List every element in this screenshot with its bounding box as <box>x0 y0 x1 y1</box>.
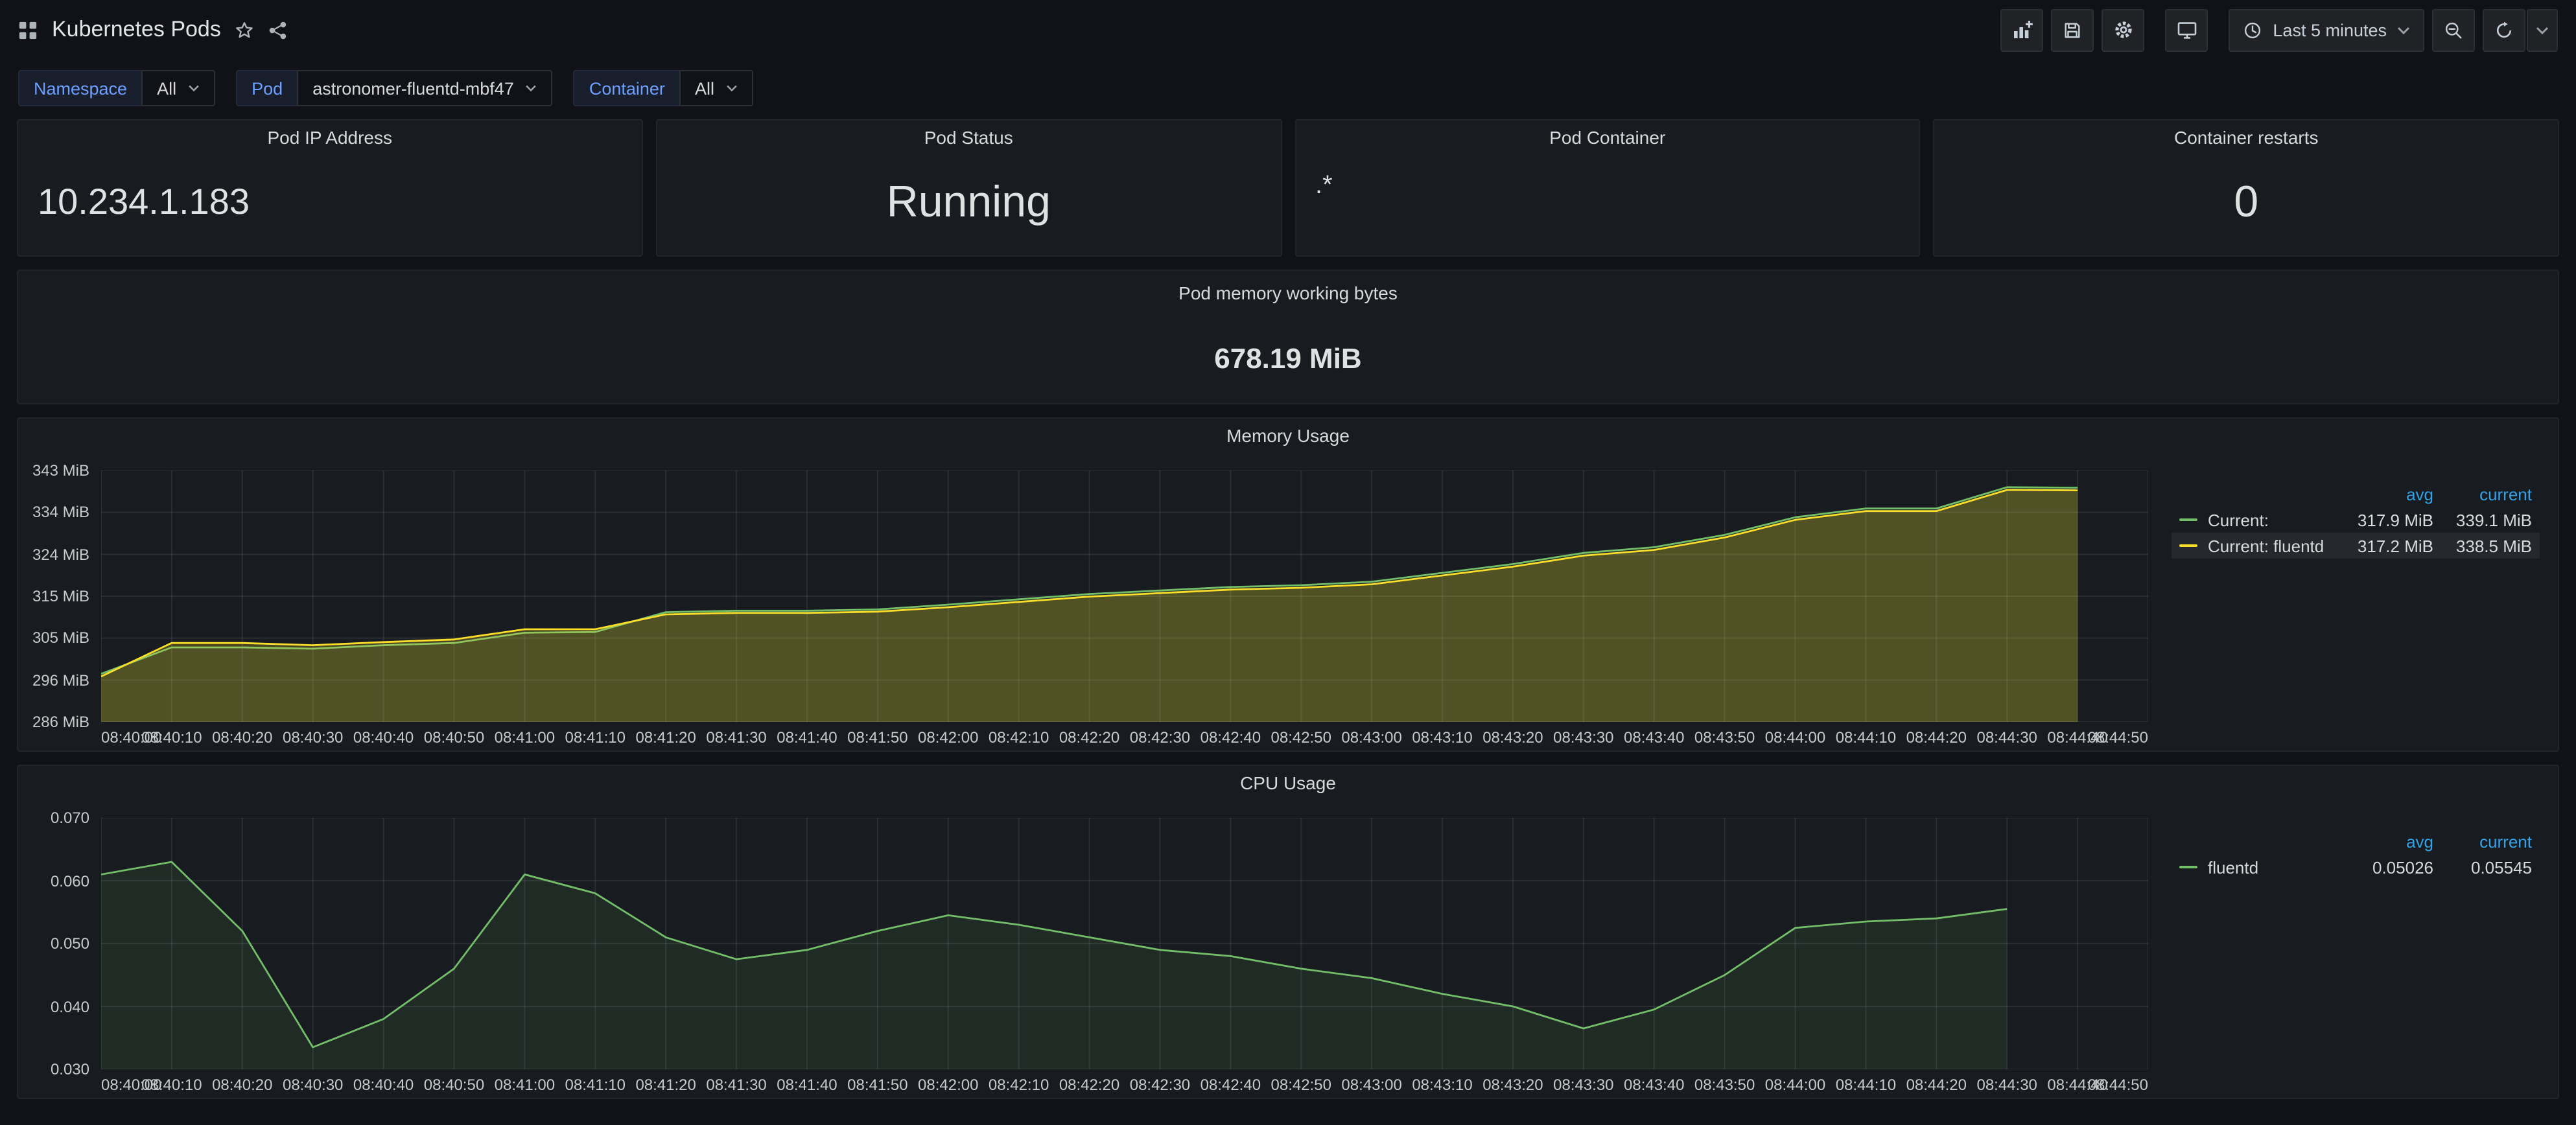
legend-header-current[interactable]: current <box>2433 831 2532 851</box>
y-axis: 343 MiB334 MiB324 MiB315 MiB305 MiB296 M… <box>29 463 101 730</box>
chevron-down-icon <box>188 84 200 92</box>
panel-title[interactable]: CPU Usage <box>18 766 2558 800</box>
stat-value-pod-status: Running <box>887 180 1051 224</box>
series-color-marker <box>2179 544 2197 547</box>
zoom-out-time-button[interactable] <box>2432 8 2475 51</box>
series-color-marker <box>2179 518 2197 521</box>
legend-series-toggle[interactable]: Current: <box>2179 510 2335 529</box>
panel-cpu-usage: CPU Usage 0.0700.0600.0500.0400.030 08:4… <box>17 765 2559 1099</box>
gear-icon <box>2113 19 2133 40</box>
memory-legend: avg current Current: 317.9 MiB 339.1 MiB <box>2148 470 2547 748</box>
legend-header-row: avg current <box>2172 828 2540 854</box>
share-button[interactable] <box>269 20 288 40</box>
legend-header-avg[interactable]: avg <box>2335 831 2433 851</box>
panel-title[interactable]: Pod memory working bytes <box>18 271 2558 315</box>
legend-row: fluentd 0.05026 0.05545 <box>2172 854 2540 880</box>
panel-pod-ip: Pod IP Address 10.234.1.183 <box>17 119 643 257</box>
chevron-down-icon <box>526 84 537 92</box>
legend-series-toggle[interactable]: Current: fluentd <box>2179 536 2335 555</box>
add-panel-icon <box>2011 19 2032 40</box>
stat-value-pod-container: .* <box>1315 172 1333 198</box>
panel-title[interactable]: Memory Usage <box>18 419 2558 452</box>
legend-header-avg[interactable]: avg <box>2335 484 2433 504</box>
add-panel-button[interactable] <box>2000 8 2043 51</box>
dashboard-grid: Pod IP Address 10.234.1.183 Pod Status R… <box>0 119 2576 1112</box>
panel-title[interactable]: Pod IP Address <box>18 121 642 154</box>
panel-title[interactable]: Pod Status <box>657 121 1281 154</box>
variable-container-label: Container <box>574 70 679 106</box>
legend-avg-value: 317.2 MiB <box>2335 536 2433 555</box>
template-variables-row: Namespace All Pod astronomer-fluentd-mbf… <box>0 60 2576 119</box>
legend-series-name: Current: fluentd <box>2208 536 2324 555</box>
legend-row: Current: fluentd 317.2 MiB 338.5 MiB <box>2172 533 2540 559</box>
memory-usage-plot[interactable] <box>101 470 2148 722</box>
legend-current-value: 0.05545 <box>2433 857 2532 877</box>
y-axis: 0.0700.0600.0500.0400.030 <box>29 810 101 1077</box>
variable-namespace: Namespace All <box>18 70 215 106</box>
legend-row: Current: 317.9 MiB 339.1 MiB <box>2172 507 2540 533</box>
series-color-marker <box>2179 866 2197 868</box>
favorite-button[interactable] <box>235 20 255 40</box>
legend-series-name: Current: <box>2208 510 2269 529</box>
variable-namespace-value: All <box>157 78 176 98</box>
variable-namespace-select[interactable]: All <box>141 70 215 106</box>
legend-series-name: fluentd <box>2208 857 2258 877</box>
panel-title[interactable]: Container restarts <box>1935 121 2558 154</box>
variable-container-select[interactable]: All <box>679 70 753 106</box>
chevron-down-icon <box>2397 25 2410 34</box>
panel-title[interactable]: Pod Container <box>1296 121 1919 154</box>
star-icon <box>235 20 255 40</box>
cpu-legend: avg current fluentd 0.05026 0.05545 <box>2148 818 2547 1095</box>
cycle-view-button[interactable] <box>2165 8 2208 51</box>
zoom-out-icon <box>2444 20 2463 40</box>
panel-container-restarts: Container restarts 0 <box>1934 119 2560 257</box>
save-dashboard-button[interactable] <box>2051 8 2094 51</box>
legend-current-value: 338.5 MiB <box>2433 536 2532 555</box>
stat-value-container-restarts: 0 <box>2234 180 2258 224</box>
chevron-down-icon <box>2536 25 2549 34</box>
grid-icon <box>18 20 38 40</box>
x-axis: 08:40:0008:40:1008:40:2008:40:3008:40:40… <box>101 1069 2148 1095</box>
variable-container: Container All <box>574 70 753 106</box>
save-icon <box>2063 20 2082 40</box>
refresh-interval-dropdown[interactable] <box>2527 8 2558 51</box>
grafana-dashboard: Kubernetes Pods <box>0 0 2576 1125</box>
legend-header-current[interactable]: current <box>2433 484 2532 504</box>
stat-value-pod-ip: 10.234.1.183 <box>38 184 250 220</box>
stats-row: Pod IP Address 10.234.1.183 Pod Status R… <box>17 119 2559 257</box>
legend-series-toggle[interactable]: fluentd <box>2179 857 2335 877</box>
refresh-button[interactable] <box>2483 8 2525 51</box>
monitor-icon <box>2176 19 2197 40</box>
dashboard-settings-button[interactable] <box>2102 8 2144 51</box>
clock-icon <box>2243 20 2262 40</box>
variable-pod: Pod astronomer-fluentd-mbf47 <box>236 70 553 106</box>
cpu-usage-plot[interactable] <box>101 818 2148 1069</box>
variable-namespace-label: Namespace <box>18 70 141 106</box>
time-range-label: Last 5 minutes <box>2273 20 2387 40</box>
legend-header-row: avg current <box>2172 481 2540 507</box>
dashboard-title: Kubernetes Pods <box>52 17 221 43</box>
variable-pod-select[interactable]: astronomer-fluentd-mbf47 <box>297 70 553 106</box>
apps-menu-button[interactable] <box>18 20 38 40</box>
refresh-icon <box>2494 20 2514 40</box>
panel-memory-usage: Memory Usage 343 MiB334 MiB324 MiB315 Mi… <box>17 417 2559 752</box>
legend-avg-value: 317.9 MiB <box>2335 510 2433 529</box>
panel-pod-container: Pod Container .* <box>1294 119 1921 257</box>
legend-current-value: 339.1 MiB <box>2433 510 2532 529</box>
variable-pod-label: Pod <box>236 70 297 106</box>
stat-value-memory-bytes: 678.19 MiB <box>1214 342 1361 376</box>
legend-avg-value: 0.05026 <box>2335 857 2433 877</box>
variable-pod-value: astronomer-fluentd-mbf47 <box>312 78 514 98</box>
share-icon <box>269 20 288 40</box>
variable-container-value: All <box>695 78 714 98</box>
chevron-down-icon <box>726 84 738 92</box>
x-axis: 08:40:0008:40:1008:40:2008:40:3008:40:40… <box>101 722 2148 748</box>
panel-memory-working-bytes: Pod memory working bytes 678.19 MiB <box>17 270 2559 404</box>
time-range-picker[interactable]: Last 5 minutes <box>2229 8 2424 51</box>
panel-pod-status: Pod Status Running <box>656 119 1282 257</box>
navbar: Kubernetes Pods <box>0 0 2576 60</box>
